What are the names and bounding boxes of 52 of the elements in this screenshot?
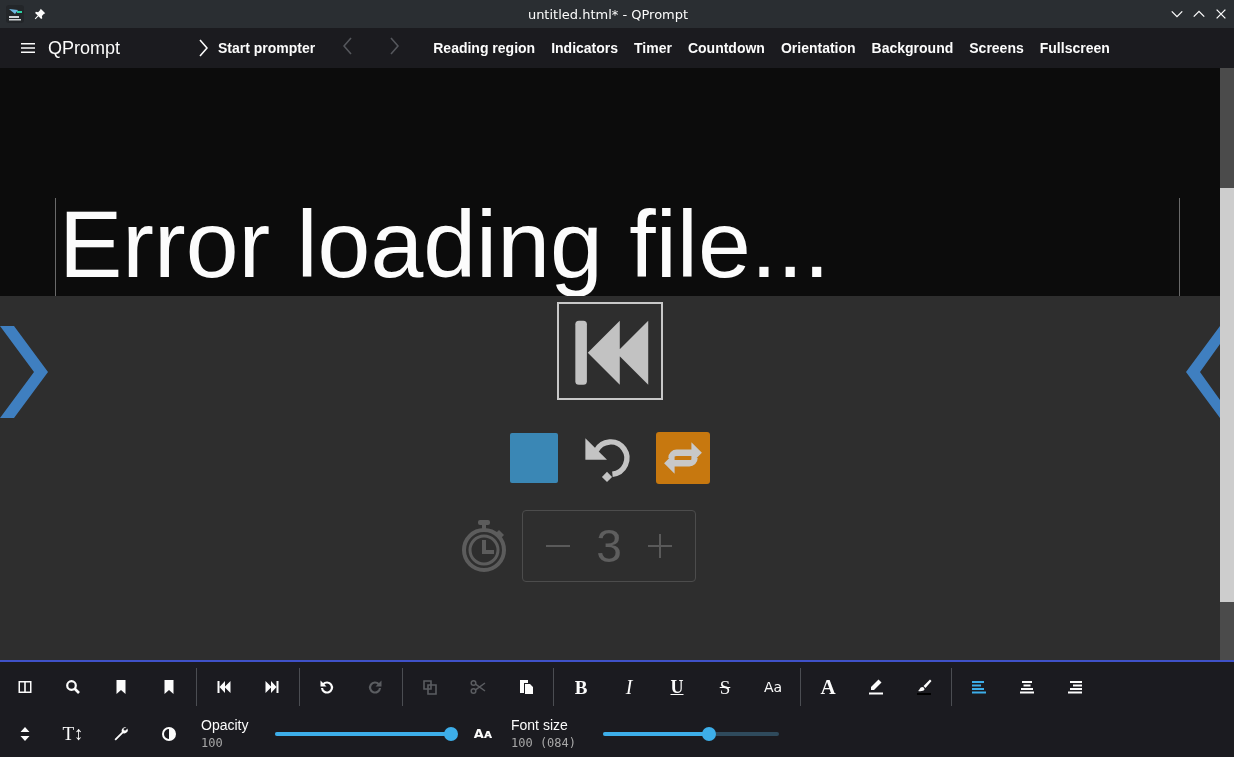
- skip-forward-icon: [264, 679, 280, 696]
- menu-item[interactable]: Timer: [634, 40, 672, 56]
- pin-icon[interactable]: [34, 8, 46, 20]
- window-title: untitled.html* - QPrompt: [526, 6, 690, 22]
- slider-label: Opacity: [201, 717, 250, 734]
- stopwatch-icon: [460, 520, 508, 572]
- menu-icon[interactable]: [20, 40, 36, 56]
- slider-label: Font size: [511, 717, 569, 734]
- scrollbar[interactable]: [1220, 68, 1234, 660]
- slider-value: 100: [201, 736, 224, 751]
- prompter-text: Error loading file...: [59, 190, 830, 299]
- menu-item[interactable]: Screens: [969, 40, 1024, 56]
- font-button[interactable]: A: [811, 671, 845, 704]
- underline-button[interactable]: U: [660, 671, 694, 704]
- copy-icon: [422, 679, 438, 696]
- close-icon[interactable]: [1214, 7, 1228, 21]
- skip-back-icon: [216, 679, 232, 696]
- clipboard-icon: [518, 679, 534, 696]
- undo-icon: [319, 679, 335, 696]
- rewind-button[interactable]: [557, 302, 663, 400]
- menu-item[interactable]: Indicators: [551, 40, 619, 56]
- slider-handle[interactable]: [701, 726, 716, 741]
- redo-icon: [367, 679, 383, 696]
- menu-item[interactable]: Countdown: [687, 40, 765, 56]
- chevron-left-icon[interactable]: [1186, 326, 1220, 418]
- align-left-icon: [971, 679, 987, 696]
- start-prompter-button[interactable]: Start prompter: [198, 39, 316, 57]
- app-title: QPrompt: [48, 37, 122, 59]
- slider-handle[interactable]: [444, 726, 458, 741]
- pencil-icon: [868, 679, 884, 696]
- scissors-icon: [470, 679, 486, 696]
- app-logo-icon: [6, 5, 24, 23]
- strikethrough-button[interactable]: S: [708, 671, 742, 704]
- bold-button[interactable]: B: [564, 671, 598, 704]
- wrench-icon: [113, 725, 129, 742]
- chevron-right-icon[interactable]: [0, 326, 48, 418]
- menu-item[interactable]: Fullscreen: [1039, 40, 1110, 56]
- text-case-button[interactable]: Aa: [756, 671, 790, 704]
- font-size-button[interactable]: Aᴀ: [466, 717, 500, 750]
- search-icon: [65, 679, 81, 696]
- brush-icon: [916, 679, 932, 696]
- align-center-icon: [1019, 679, 1035, 696]
- chevron-right-icon: [198, 39, 208, 57]
- align-right-icon: [1067, 679, 1083, 696]
- menu-item[interactable]: Orientation: [780, 40, 856, 56]
- italic-button[interactable]: I: [612, 671, 646, 704]
- contrast-icon: [161, 725, 177, 742]
- text-direction-button[interactable]: T↕: [56, 717, 90, 750]
- slider-value: 100 (084): [511, 736, 578, 751]
- menu-item[interactable]: Reading region: [433, 40, 536, 56]
- panel-icon: [17, 679, 33, 696]
- menu-item[interactable]: Background: [871, 40, 954, 56]
